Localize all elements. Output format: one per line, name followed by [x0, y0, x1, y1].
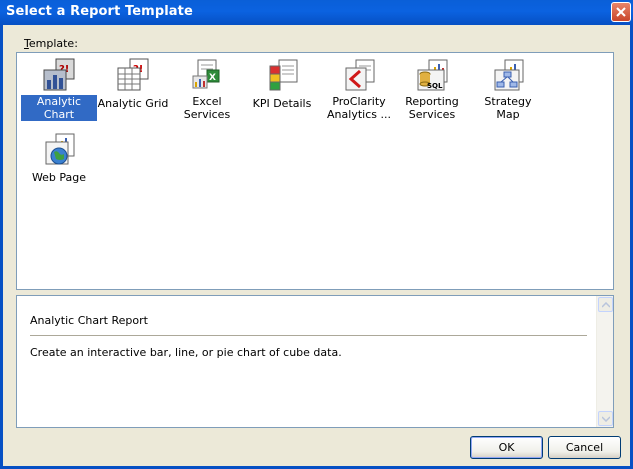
title-bar[interactable]: Select a Report Template: [0, 0, 633, 25]
reporting-services-icon: SQL: [415, 58, 449, 92]
chevron-up-icon: [602, 302, 610, 308]
template-group-label: Template:: [24, 37, 78, 50]
template-label: ProClarity Analytics ...: [327, 95, 391, 121]
template-proclarity[interactable]: ProClarity Analytics ...: [321, 58, 397, 122]
description-divider: [30, 335, 587, 336]
window-title: Select a Report Template: [6, 4, 193, 19]
close-button[interactable]: [611, 2, 631, 22]
template-label: Reporting Services: [405, 95, 459, 121]
template-label: Web Page: [31, 171, 87, 184]
web-page-icon: [42, 132, 76, 166]
template-label: Analytic Grid: [97, 97, 169, 110]
template-reporting-services[interactable]: SQL Reporting Services: [394, 58, 470, 122]
chevron-down-icon: [602, 416, 610, 422]
template-label: Analytic Chart: [21, 95, 97, 121]
description-scrollbar[interactable]: [596, 296, 613, 427]
analytic-grid-icon: ?!: [116, 58, 150, 92]
template-analytic-grid[interactable]: ?! Analytic Grid: [95, 58, 171, 111]
close-icon: [616, 7, 626, 17]
template-list[interactable]: ?! Analytic Chart ?! Analytic Grid: [16, 52, 614, 290]
description-text: Create an interactive bar, line, or pie …: [30, 346, 342, 359]
cancel-button[interactable]: Cancel: [548, 436, 621, 459]
analytic-chart-icon: ?!: [42, 58, 76, 92]
template-label: Excel Services: [183, 95, 231, 121]
template-web-page[interactable]: Web Page: [21, 132, 97, 185]
proclarity-icon: [342, 58, 376, 92]
template-analytic-chart[interactable]: ?! Analytic Chart: [21, 58, 97, 122]
scroll-down-button[interactable]: [598, 411, 613, 426]
kpi-details-icon: [265, 58, 299, 92]
excel-services-icon: X: [190, 58, 224, 92]
strategy-map-icon: [491, 58, 525, 92]
template-label: KPI Details: [252, 97, 312, 110]
template-excel-services[interactable]: X Excel Services: [169, 58, 245, 122]
svg-text:X: X: [209, 73, 216, 83]
ok-button[interactable]: OK: [470, 436, 543, 459]
scroll-up-button[interactable]: [598, 297, 613, 312]
template-label: Strategy Map: [484, 95, 532, 121]
description-title: Analytic Chart Report: [30, 314, 148, 327]
template-kpi-details[interactable]: KPI Details: [244, 58, 320, 111]
description-panel: Analytic Chart Report Create an interact…: [16, 295, 614, 428]
template-strategy-map[interactable]: Strategy Map: [470, 58, 546, 122]
svg-text:SQL: SQL: [427, 82, 443, 90]
